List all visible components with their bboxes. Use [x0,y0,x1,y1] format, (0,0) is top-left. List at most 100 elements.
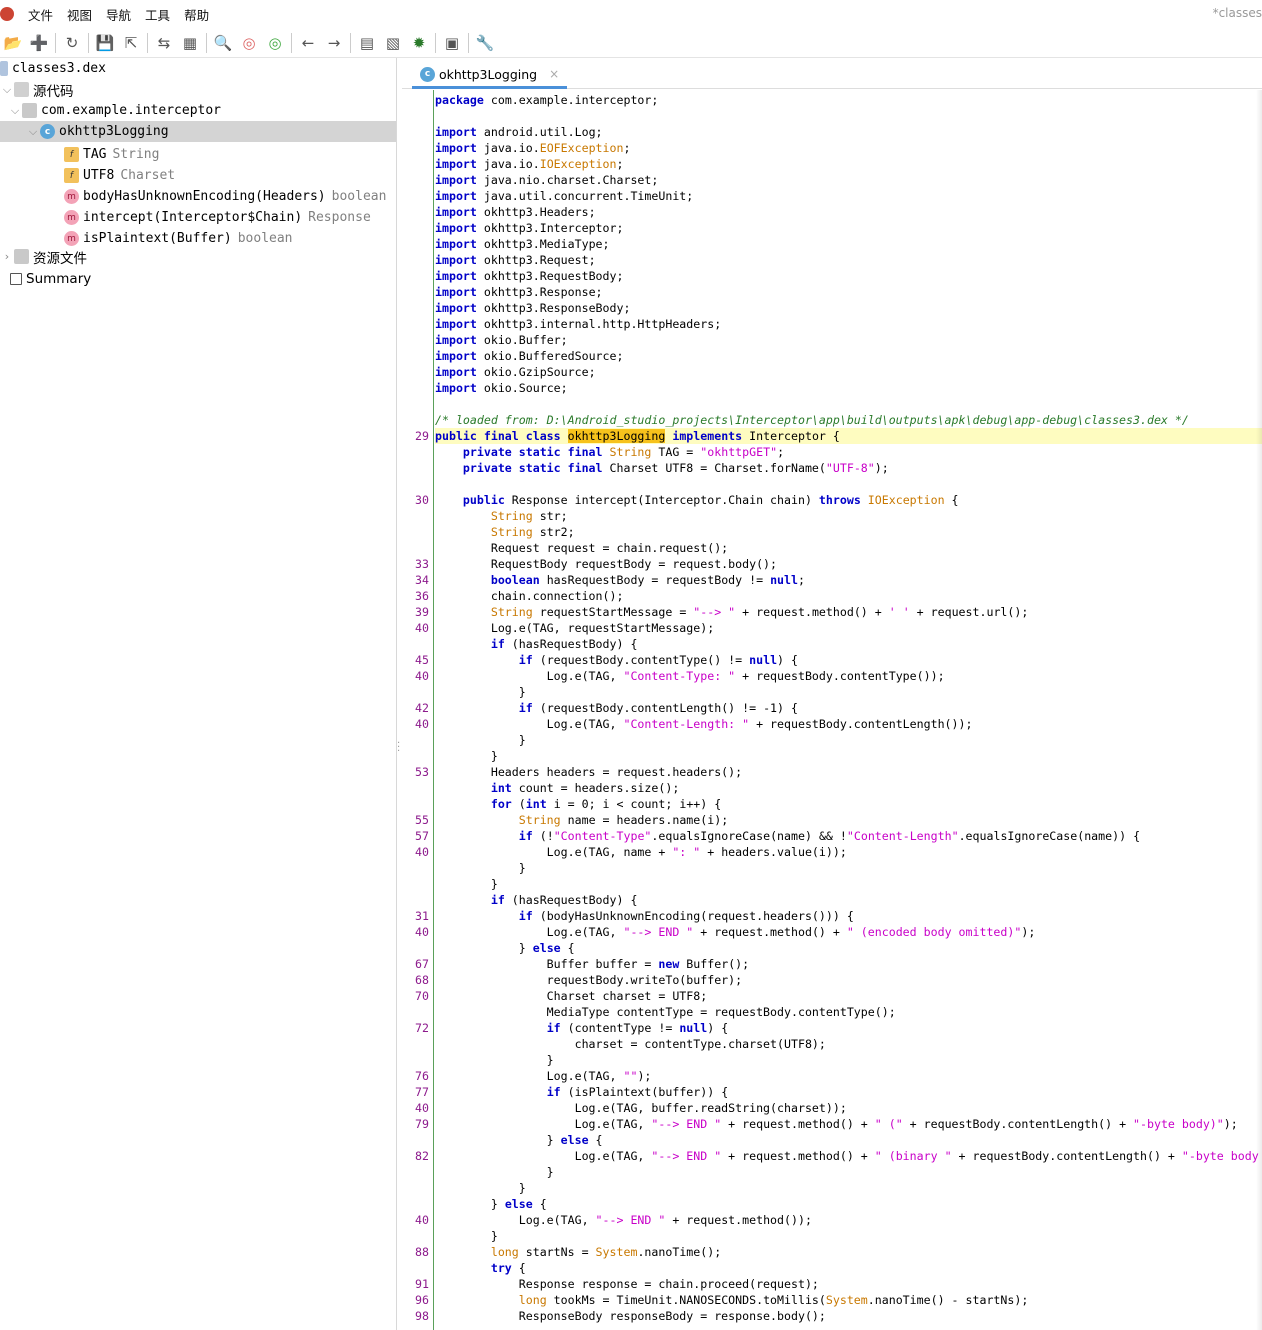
code-line[interactable]: if (bodyHasUnknownEncoding(request.heade… [435,908,854,924]
menu-help[interactable]: 帮助 [184,5,209,24]
code-line[interactable]: import android.util.Log; [435,124,603,140]
prefs-icon[interactable]: 🔧 [472,31,498,55]
tree-member[interactable]: m intercept(Interceptor$Chain) Response [64,207,371,228]
code-line[interactable]: import okhttp3.Request; [435,252,596,268]
tree-summary[interactable]: Summary [10,268,91,289]
back-icon[interactable]: ← [295,31,321,55]
code-line[interactable]: import okhttp3.ResponseBody; [435,300,630,316]
tree-package[interactable]: ⌵ com.example.interceptor [8,100,221,121]
code-line[interactable]: for (int i = 0; i < count; i++) { [435,796,721,812]
code-line[interactable]: charset = contentType.charset(UTF8); [435,1036,826,1052]
code-line[interactable]: import okio.GzipSource; [435,364,596,380]
quark-icon[interactable]: ▧ [380,31,406,55]
code-line[interactable]: /* loaded from: D:\Android_studio_projec… [435,412,1189,428]
code-line[interactable]: import java.util.concurrent.TimeUnit; [435,188,693,204]
code-editor[interactable]: package com.example.interceptor; import … [435,90,1262,1330]
code-line[interactable]: Log.e(TAG, "Content-Type: " + requestBod… [435,668,945,684]
code-line[interactable]: private static final String TAG = "okhtt… [435,444,784,460]
code-line[interactable]: Log.e(TAG, ""); [435,1068,652,1084]
menu-file[interactable]: 文件 [28,5,53,24]
chevron-down-icon[interactable]: ⌵ [0,83,14,97]
code-line[interactable]: Log.e(TAG, "--> END " + request.method()… [435,1148,1262,1164]
code-line[interactable]: import java.nio.charset.Charset; [435,172,658,188]
sync-icon[interactable]: ⇆ [151,31,177,55]
code-line[interactable]: long startNs = System.nanoTime(); [435,1244,721,1260]
menu-view[interactable]: 视图 [67,5,92,24]
code-line[interactable]: } [435,1228,498,1244]
code-line[interactable]: boolean hasRequestBody = requestBody != … [435,572,805,588]
log-icon[interactable]: ▤ [354,31,380,55]
close-icon[interactable]: × [549,67,559,81]
code-line[interactable]: import okhttp3.internal.http.HttpHeaders… [435,316,721,332]
menu-tools[interactable]: 工具 [145,5,170,24]
code-line[interactable]: package com.example.interceptor; [435,92,658,108]
code-line[interactable]: if (!"Content-Type".equalsIgnoreCase(nam… [435,828,1140,844]
code-line[interactable]: if (requestBody.contentType() != null) { [435,652,798,668]
chevron-down-icon[interactable]: ⌵ [8,104,22,118]
code-line[interactable]: if (contentType != null) { [435,1020,729,1036]
code-line[interactable]: try { [435,1260,526,1276]
code-line[interactable]: MediaType contentType = requestBody.cont… [435,1004,896,1020]
code-line[interactable]: ResponseBody responseBody = response.bod… [435,1308,826,1324]
code-line[interactable]: Log.e(TAG, "--> END " + request.method()… [435,1116,1238,1132]
code-line[interactable]: } else { [435,940,575,956]
code-line[interactable]: } [435,732,526,748]
code-line[interactable] [435,476,442,492]
code-line[interactable]: if (isPlaintext(buffer)) { [435,1084,729,1100]
code-line[interactable]: } [435,748,498,764]
tree-member[interactable]: m isPlaintext(Buffer) boolean [64,228,293,249]
code-line[interactable]: RequestBody requestBody = request.body()… [435,556,777,572]
code-line[interactable]: private static final Charset UTF8 = Char… [435,460,889,476]
code-line[interactable]: Log.e(TAG, "--> END " + request.method()… [435,1212,812,1228]
logs-icon[interactable]: ▣ [439,31,465,55]
code-line[interactable]: public Response intercept(Interceptor.Ch… [435,492,959,508]
tree-member[interactable]: m bodyHasUnknownEncoding(Headers) boolea… [64,186,386,207]
code-line[interactable]: if (requestBody.contentLength() != -1) { [435,700,798,716]
tree-resources[interactable]: › 资源文件 [0,246,87,267]
code-line[interactable]: import okhttp3.RequestBody; [435,268,623,284]
code-line[interactable]: import java.io.EOFException; [435,140,630,156]
code-line[interactable]: String str2; [435,524,575,540]
tree-member[interactable]: f TAG String [64,144,159,165]
code-line[interactable]: Request request = chain.request(); [435,540,728,556]
code-line[interactable]: public final class okhttp3Logging implem… [435,428,1262,444]
tree-root[interactable]: classes3.dex [0,58,106,79]
code-line[interactable]: String requestStartMessage = "--> " + re… [435,604,1029,620]
code-line[interactable]: Charset charset = UTF8; [435,988,708,1004]
code-line[interactable]: Log.e(TAG, name + ": " + headers.value(i… [435,844,847,860]
code-line[interactable]: String name = headers.name(i); [435,812,728,828]
code-line[interactable]: } [435,1164,554,1180]
code-line[interactable]: import okio.BufferedSource; [435,348,623,364]
open-icon[interactable]: 📂 [0,31,26,55]
code-line[interactable]: } [435,876,498,892]
code-line[interactable]: import okhttp3.Response; [435,284,603,300]
splitter-grip-icon[interactable]: · · · [397,739,400,757]
search-icon[interactable]: 🔍 [210,31,236,55]
save-icon[interactable]: 💾 [92,31,118,55]
code-line[interactable]: import okhttp3.Headers; [435,204,596,220]
tree-member[interactable]: f UTF8 Charset [64,165,175,186]
code-line[interactable]: } else { [435,1132,603,1148]
code-line[interactable]: } else { [435,1196,547,1212]
code-line[interactable]: long tookMs = TimeUnit.NANOSECONDS.toMil… [435,1292,1029,1308]
code-line[interactable]: Response response = chain.proceed(reques… [435,1276,819,1292]
code-line[interactable]: chain.connection(); [435,588,624,604]
code-line[interactable]: Buffer buffer = new Buffer(); [435,956,749,972]
tree-class[interactable]: ⌵ c okhttp3Logging [0,121,396,142]
code-line[interactable]: } [435,1052,554,1068]
code-line[interactable]: import okio.Buffer; [435,332,568,348]
tab-okhttp3logging[interactable]: c okhttp3Logging × [412,62,568,89]
debug-icon[interactable]: ✹ [406,31,432,55]
chevron-down-icon[interactable]: ⌵ [26,125,40,139]
menu-navigation[interactable]: 导航 [106,5,131,24]
code-line[interactable]: import okhttp3.Interceptor; [435,220,623,236]
search-class-icon[interactable]: ◎ [236,31,262,55]
code-line[interactable]: Log.e(TAG, "--> END " + request.method()… [435,924,1036,940]
export-icon[interactable]: ⇱ [118,31,144,55]
chevron-right-icon[interactable]: › [0,250,14,263]
tree-source-code[interactable]: ⌵ 源代码 [0,79,74,100]
code-line[interactable]: String str; [435,508,568,524]
code-line[interactable]: int count = headers.size(); [435,780,679,796]
code-line[interactable]: import java.io.IOException; [435,156,623,172]
add-files-icon[interactable]: ➕ [26,31,52,55]
